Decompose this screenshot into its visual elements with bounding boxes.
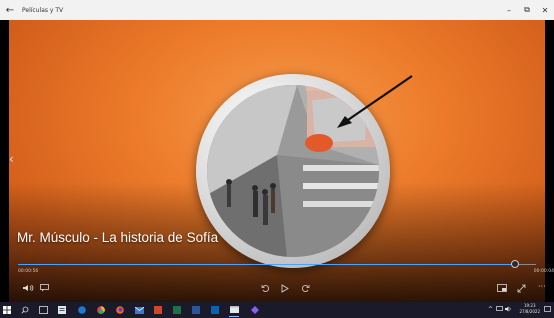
clock-date: 27/8/2022 <box>519 309 540 314</box>
window-title: Películas y TV <box>22 6 64 14</box>
movies-tv-app-icon[interactable] <box>229 303 239 317</box>
excel-icon[interactable] <box>172 305 182 315</box>
title-bar: ← Películas y TV – ⧉ ✕ <box>0 0 554 20</box>
seek-progress <box>18 264 516 265</box>
annotation-arrow <box>337 75 413 128</box>
task-view-icon[interactable] <box>38 305 48 315</box>
taskbar: ^ 19:23 27/8/2022 <box>0 302 554 318</box>
file-explorer-icon[interactable] <box>57 305 67 315</box>
more-icon[interactable]: ··· <box>538 283 546 291</box>
word-icon[interactable] <box>191 305 201 315</box>
close-button[interactable]: ✕ <box>536 0 554 20</box>
video-caption: Mr. Músculo - La historia de Sofía <box>17 230 219 245</box>
rewind-10-icon[interactable] <box>261 284 270 295</box>
chevron-left-icon[interactable]: ‹ <box>9 152 14 166</box>
seek-bar[interactable] <box>18 260 536 268</box>
video-frame <box>9 20 545 302</box>
firefox-icon[interactable] <box>115 305 125 315</box>
notifications-icon[interactable] <box>544 306 551 315</box>
fullscreen-icon[interactable] <box>517 284 526 295</box>
powerpoint-icon[interactable] <box>153 305 163 315</box>
edge-icon[interactable] <box>77 305 87 315</box>
app-shield-icon[interactable] <box>250 305 260 315</box>
speaker-icon[interactable] <box>22 284 34 294</box>
subtitles-icon[interactable] <box>40 284 49 294</box>
taskbar-clock[interactable]: 19:23 27/8/2022 <box>519 303 540 315</box>
volume-tray-icon[interactable] <box>505 306 512 314</box>
video-player[interactable]: ‹ Mr. Músculo - La historia de Sofía 00:… <box>0 20 554 302</box>
network-icon[interactable] <box>496 306 503 314</box>
windows-start-icon[interactable] <box>2 305 12 315</box>
chrome-icon[interactable] <box>96 305 106 315</box>
mini-view-icon[interactable] <box>497 284 507 294</box>
play-icon[interactable] <box>281 284 289 295</box>
outlook-icon[interactable] <box>210 305 220 315</box>
elapsed-time: 00:00:56 <box>18 269 39 274</box>
minimize-button[interactable]: – <box>500 0 518 20</box>
forward-30-icon[interactable] <box>301 284 310 295</box>
window-controls: – ⧉ ✕ <box>500 0 554 20</box>
mail-icon[interactable] <box>134 305 144 315</box>
arrow-left-icon[interactable]: ← <box>0 0 20 20</box>
maximize-button[interactable]: ⧉ <box>518 0 536 20</box>
remaining-time: 00:00:04 <box>533 269 554 274</box>
search-icon[interactable] <box>20 305 30 315</box>
chevron-up-icon[interactable]: ^ <box>488 306 493 313</box>
app-window: ← Películas y TV – ⧉ ✕ ‹ Mr. Músculo - L… <box>0 0 554 318</box>
